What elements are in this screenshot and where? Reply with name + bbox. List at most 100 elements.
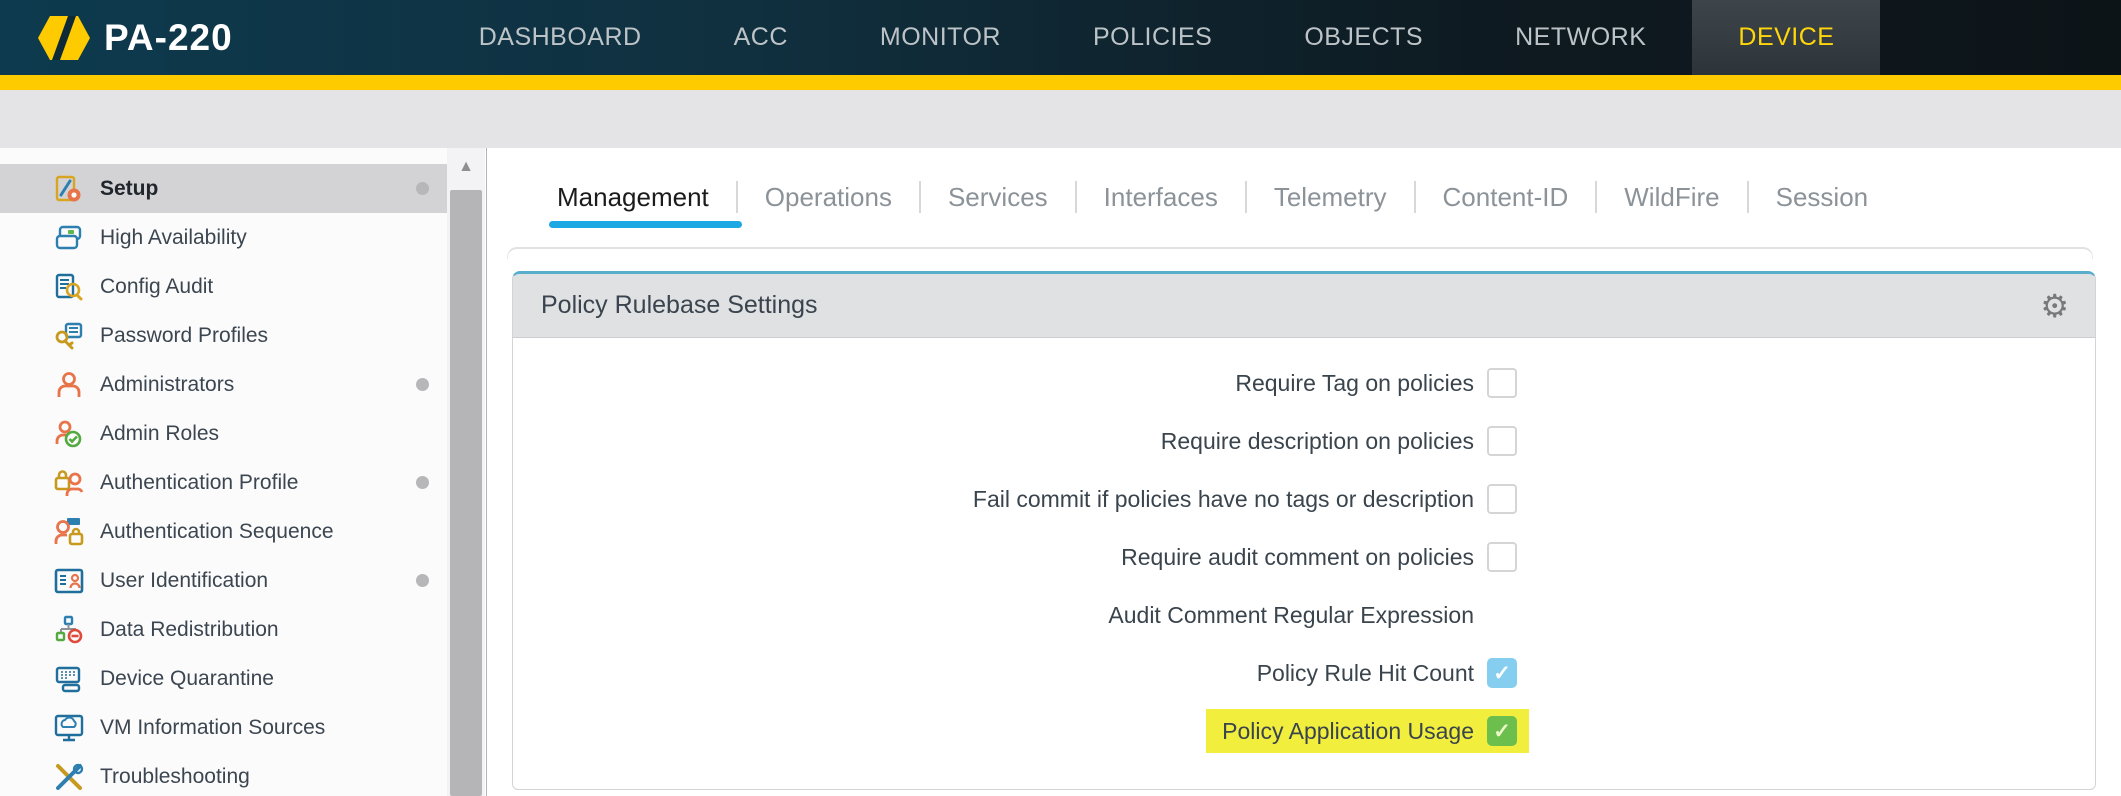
sidebar-item-label: Device Quarantine bbox=[100, 667, 274, 691]
sidebar-item-vm-information-sources[interactable]: VM Information Sources bbox=[0, 703, 447, 752]
nav-device[interactable]: DEVICE bbox=[1692, 0, 1880, 75]
troubleshooting-icon bbox=[54, 762, 84, 792]
setting-row-policy-application-usage: Policy Application Usage ✓ bbox=[513, 702, 1517, 760]
policy-rule-hit-count-checkbox[interactable]: ✓ bbox=[1487, 658, 1517, 688]
setting-row-require-audit-comment: Require audit comment on policies bbox=[513, 528, 1517, 586]
sidebar-item-authentication-sequence[interactable]: Authentication Sequence bbox=[0, 507, 447, 556]
require-description-checkbox[interactable] bbox=[1487, 426, 1517, 456]
nav-objects[interactable]: OBJECTS bbox=[1258, 0, 1469, 75]
sidebar-item-label: Authentication Sequence bbox=[100, 520, 334, 544]
vm-information-sources-icon bbox=[54, 713, 84, 743]
tab-telemetry[interactable]: Telemetry bbox=[1247, 182, 1414, 213]
setting-label: Require description on policies bbox=[1161, 428, 1474, 455]
status-dot bbox=[416, 476, 429, 489]
admin-roles-icon bbox=[54, 419, 84, 449]
data-redistribution-icon bbox=[54, 615, 84, 645]
tab-management[interactable]: Management bbox=[557, 182, 736, 213]
fail-commit-checkbox[interactable] bbox=[1487, 484, 1517, 514]
sidebar-item-label: Authentication Profile bbox=[100, 471, 298, 495]
sidebar-item-authentication-profile[interactable]: Authentication Profile bbox=[0, 458, 447, 507]
sidebar-item-label: High Availability bbox=[100, 226, 247, 250]
nav-acc[interactable]: ACC bbox=[688, 0, 834, 75]
sidebar-item-label: Admin Roles bbox=[100, 422, 219, 446]
panel-title: Policy Rulebase Settings bbox=[541, 291, 818, 320]
scroll-up-button[interactable]: ▲ bbox=[447, 148, 485, 186]
tab-content-id[interactable]: Content-ID bbox=[1416, 182, 1596, 213]
check-icon: ✓ bbox=[1493, 719, 1511, 744]
password-profiles-icon bbox=[54, 321, 84, 351]
setting-row-audit-comment-regex: Audit Comment Regular Expression bbox=[513, 586, 1517, 644]
setting-label[interactable]: Audit Comment Regular Expression bbox=[1108, 602, 1474, 629]
tab-wildfire[interactable]: WildFire bbox=[1597, 182, 1746, 213]
sidebar-item-label: Data Redistribution bbox=[100, 618, 279, 642]
tab-interfaces[interactable]: Interfaces bbox=[1077, 182, 1245, 213]
sidebar-scrollbar[interactable]: ▲ bbox=[447, 148, 485, 796]
nav-policies[interactable]: POLICIES bbox=[1047, 0, 1258, 75]
require-tag-checkbox[interactable] bbox=[1487, 368, 1517, 398]
sidebar: Setup High Availability Config Audit Pas… bbox=[0, 148, 447, 796]
setup-icon bbox=[54, 174, 84, 204]
high-availability-icon bbox=[54, 223, 84, 253]
sidebar-item-setup[interactable]: Setup bbox=[0, 164, 447, 213]
setting-row-require-description: Require description on policies bbox=[513, 412, 1517, 470]
sidebar-item-label: VM Information Sources bbox=[100, 716, 325, 740]
sidebar-item-device-quarantine[interactable]: Device Quarantine bbox=[0, 654, 447, 703]
setting-label: Policy Application Usage bbox=[1222, 718, 1474, 745]
authentication-sequence-icon bbox=[54, 517, 84, 547]
status-dot bbox=[416, 574, 429, 587]
logo: PA-220 bbox=[38, 14, 233, 62]
sidebar-item-high-availability[interactable]: High Availability bbox=[0, 213, 447, 262]
sidebar-item-administrators[interactable]: Administrators bbox=[0, 360, 447, 409]
administrators-icon bbox=[54, 370, 84, 400]
setting-label: Require audit comment on policies bbox=[1121, 544, 1474, 571]
sidebar-item-label: Troubleshooting bbox=[100, 765, 250, 789]
setting-label: Policy Rule Hit Count bbox=[1257, 660, 1474, 687]
setting-row-require-tag: Require Tag on policies bbox=[513, 354, 1517, 412]
sidebar-item-admin-roles[interactable]: Admin Roles bbox=[0, 409, 447, 458]
sidebar-item-label: Password Profiles bbox=[100, 324, 268, 348]
content-container-edge bbox=[507, 247, 2093, 259]
setting-row-fail-commit: Fail commit if policies have no tags or … bbox=[513, 470, 1517, 528]
status-dot bbox=[416, 182, 429, 195]
tab-services[interactable]: Services bbox=[921, 182, 1075, 213]
sidebar-item-label: Config Audit bbox=[100, 275, 213, 299]
authentication-profile-icon bbox=[54, 468, 84, 498]
accent-bar bbox=[0, 75, 2121, 90]
user-identification-icon bbox=[54, 566, 84, 596]
nav-network[interactable]: NETWORK bbox=[1469, 0, 1692, 75]
device-quarantine-icon bbox=[54, 664, 84, 694]
scrollbar-thumb[interactable] bbox=[450, 190, 482, 796]
panel-header: Policy Rulebase Settings ⚙ bbox=[513, 274, 2095, 338]
status-dot bbox=[416, 378, 429, 391]
sidebar-item-label: Setup bbox=[100, 177, 158, 201]
tab-session[interactable]: Session bbox=[1749, 182, 1896, 213]
nav-monitor[interactable]: MONITOR bbox=[834, 0, 1047, 75]
sidebar-item-config-audit[interactable]: Config Audit bbox=[0, 262, 447, 311]
policy-application-usage-checkbox[interactable]: ✓ bbox=[1487, 716, 1517, 746]
sidebar-item-user-identification[interactable]: User Identification bbox=[0, 556, 447, 605]
setting-label: Require Tag on policies bbox=[1235, 370, 1474, 397]
setting-label: Fail commit if policies have no tags or … bbox=[973, 486, 1474, 513]
sidebar-item-label: Administrators bbox=[100, 373, 234, 397]
nav-dashboard[interactable]: DASHBOARD bbox=[433, 0, 688, 75]
tab-operations[interactable]: Operations bbox=[738, 182, 919, 213]
check-icon: ✓ bbox=[1493, 661, 1511, 686]
sidebar-item-data-redistribution[interactable]: Data Redistribution bbox=[0, 605, 447, 654]
highlight-band: Policy Application Usage ✓ bbox=[1206, 709, 1529, 753]
app-header: PA-220 DASHBOARD ACC MONITOR POLICIES OB… bbox=[0, 0, 2121, 75]
policy-rulebase-settings-panel: Policy Rulebase Settings ⚙ Require Tag o… bbox=[512, 271, 2096, 790]
sidebar-item-troubleshooting[interactable]: Troubleshooting bbox=[0, 752, 447, 796]
setting-row-policy-rule-hit-count: Policy Rule Hit Count ✓ bbox=[513, 644, 1517, 702]
sidebar-item-label: User Identification bbox=[100, 569, 268, 593]
scroll-up-icon: ▲ bbox=[458, 158, 474, 176]
gear-icon[interactable]: ⚙ bbox=[2040, 290, 2069, 322]
paloalto-logo-icon bbox=[38, 14, 90, 62]
panel-body: Require Tag on policies Require descript… bbox=[513, 338, 2095, 760]
require-audit-comment-checkbox[interactable] bbox=[1487, 542, 1517, 572]
sub-header-strip bbox=[0, 90, 2121, 148]
main-content: Management Operations Services Interface… bbox=[487, 148, 2121, 796]
sidebar-item-password-profiles[interactable]: Password Profiles bbox=[0, 311, 447, 360]
device-name: PA-220 bbox=[104, 17, 233, 59]
device-tabs: Management Operations Services Interface… bbox=[557, 174, 1895, 220]
config-audit-icon bbox=[54, 272, 84, 302]
